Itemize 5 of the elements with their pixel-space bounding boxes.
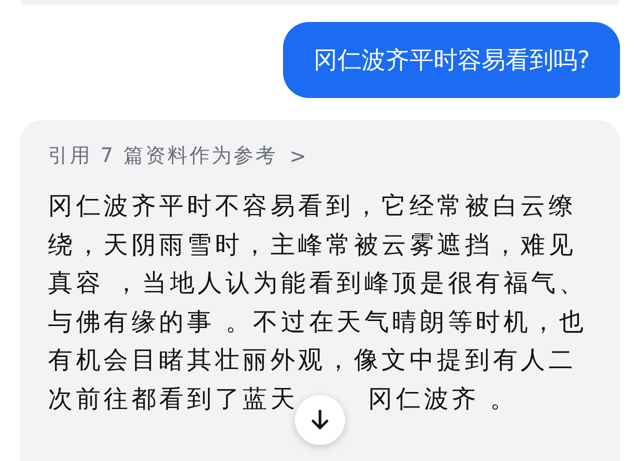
arrow-down-icon xyxy=(310,409,330,431)
sources-link[interactable]: 引用 7 篇资料作为参考 xyxy=(48,142,278,169)
user-message: 冈仁波齐平时容易看到吗? xyxy=(283,22,620,98)
chevron[interactable]: > xyxy=(289,144,308,168)
answer-text: 冈仁波齐平时不容易看到，它经常被白云缭绕，天阴雨雪时，主峰常被云雾遮挡，难见真容 ，当地人认为能看到峰顶是很有福气、与佛有缘的事 。不过在天气晴朗等时机，也有机会目睹其壮丽外观，像文中提到有人二次前往都看到了蓝天 冈仁波齐 。 xyxy=(48,190,588,414)
